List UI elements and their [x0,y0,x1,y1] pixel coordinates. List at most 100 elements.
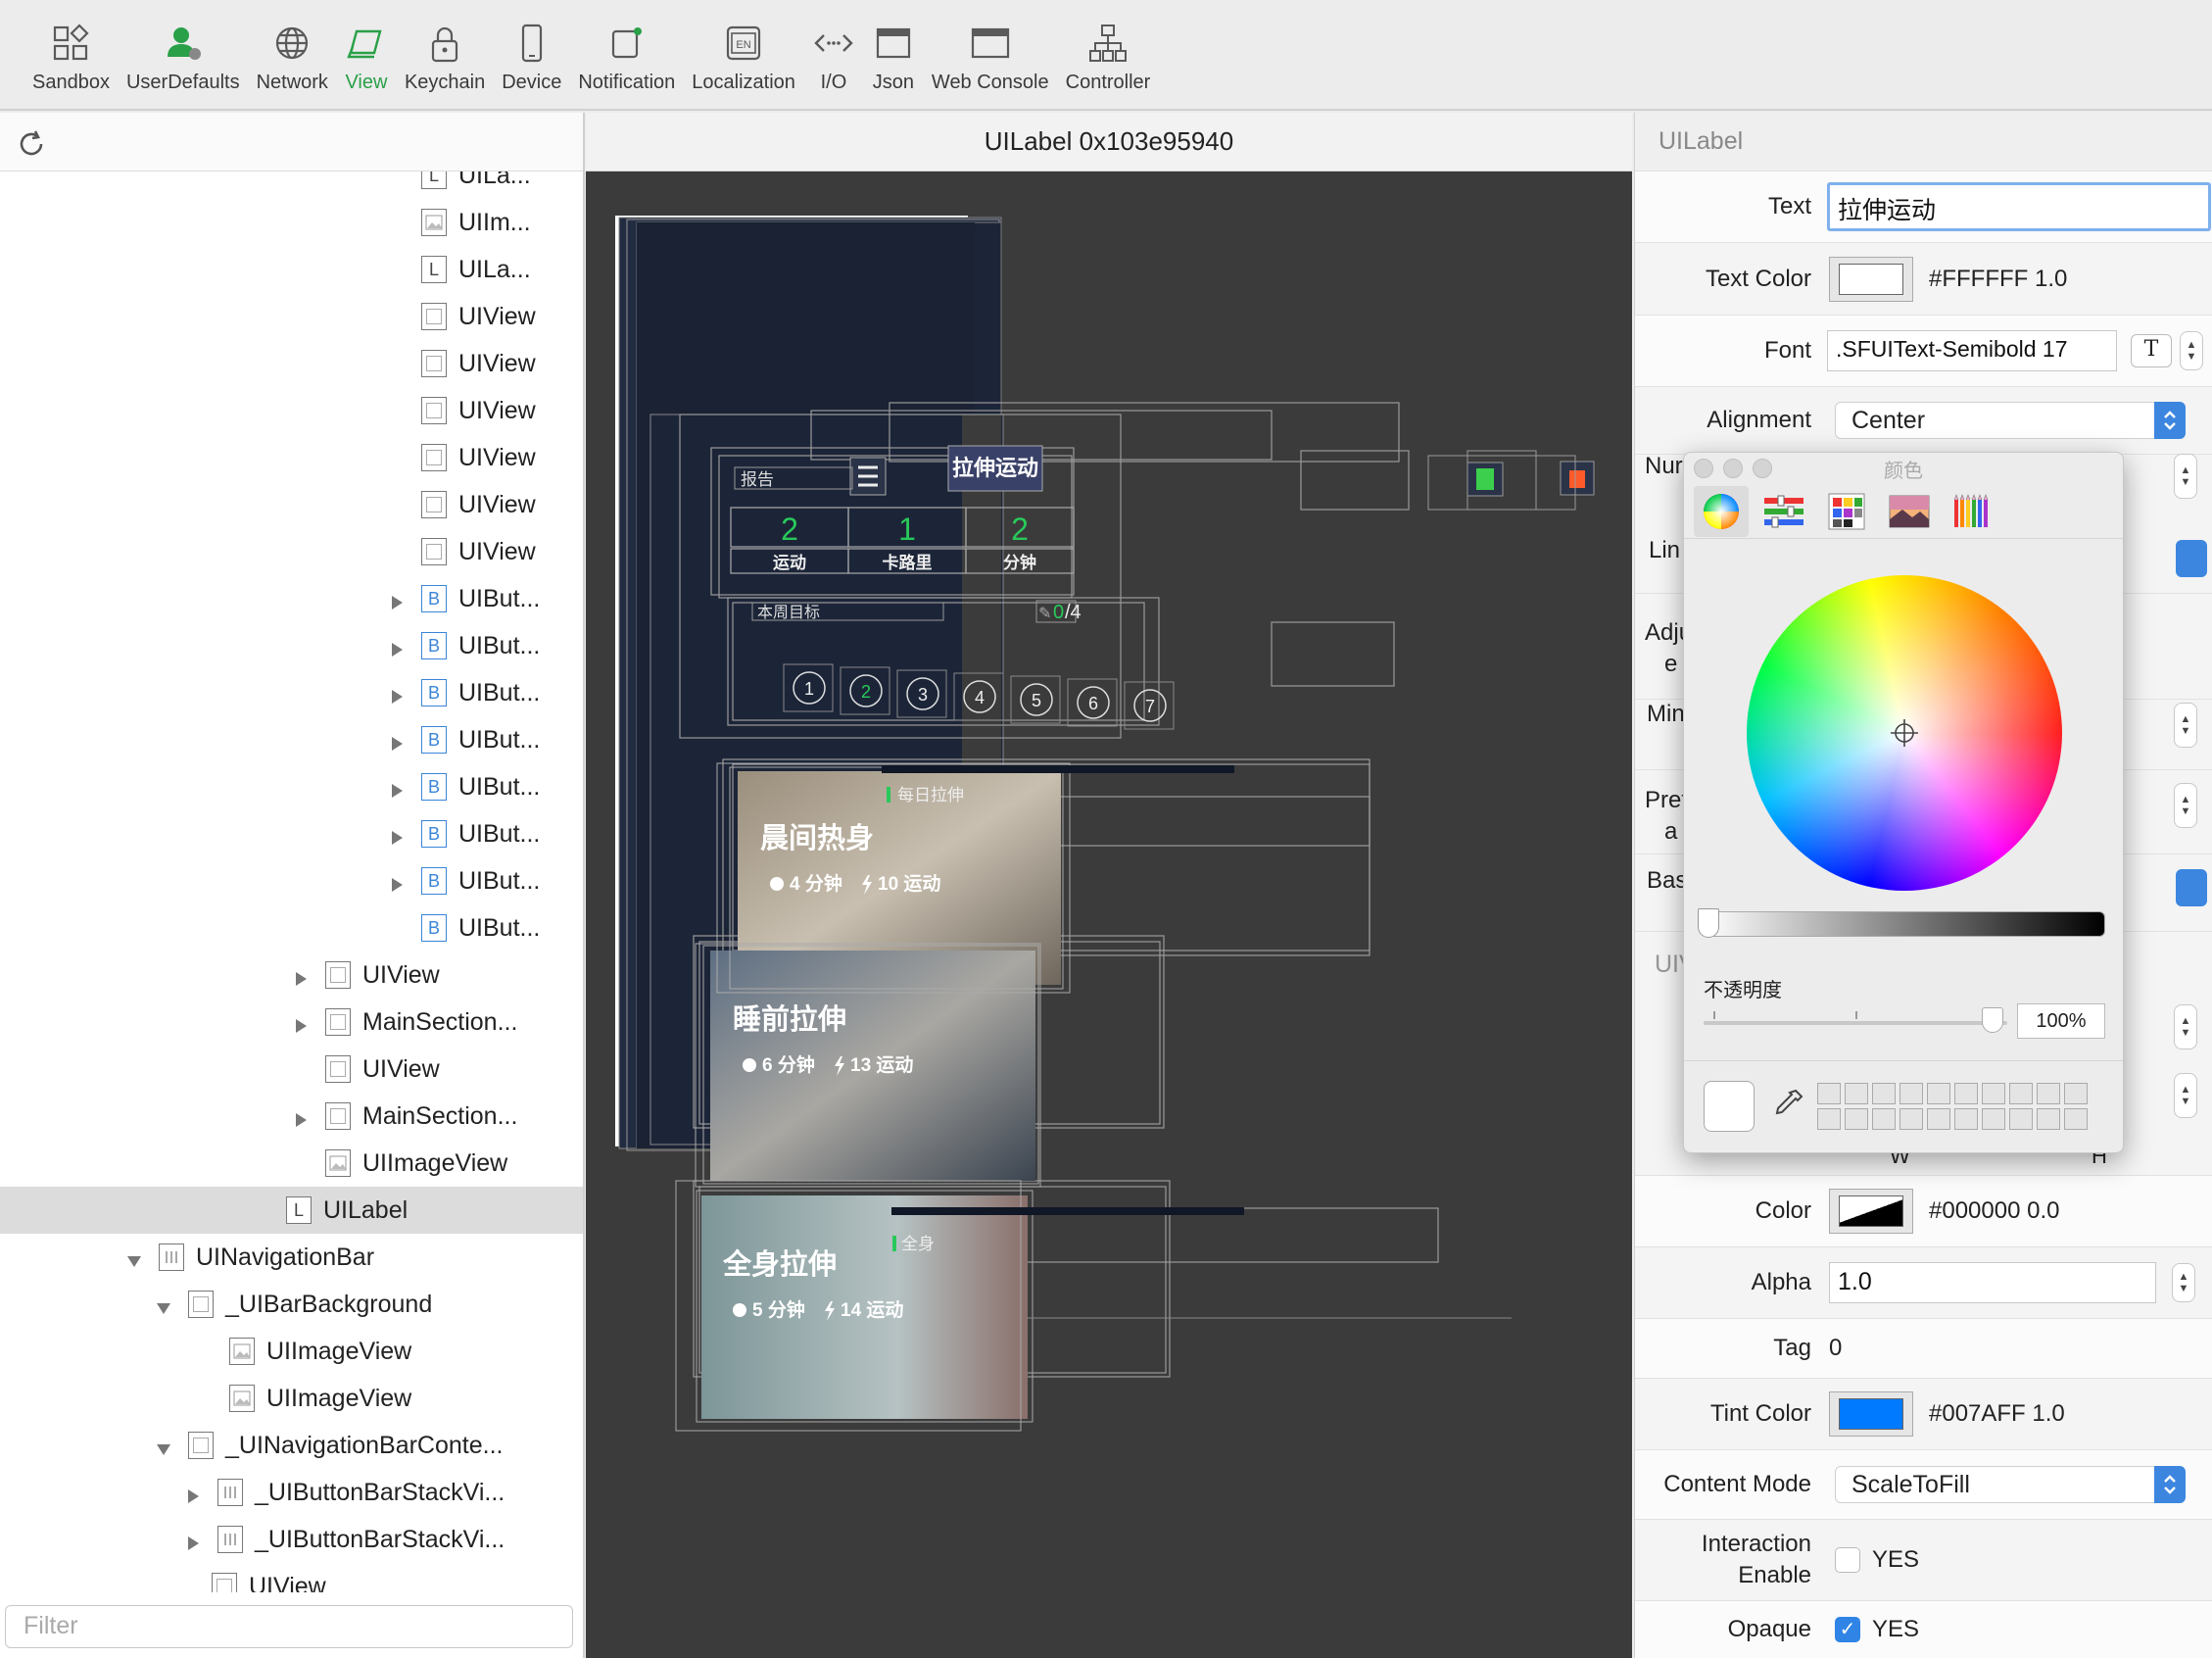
tree-row[interactable]: _UIButtonBarStackVi... [0,1469,583,1516]
lines-stepper[interactable]: ▲ ▼ [2174,454,2197,499]
disclosure-collapsed-icon[interactable] [388,778,406,798]
toolbar-item-userdefaults[interactable]: UserDefaults [126,0,240,109]
text-field[interactable]: 拉伸运动 [1827,182,2211,231]
eyedropper-icon[interactable] [1770,1087,1805,1122]
current-color-swatch[interactable] [1704,1081,1755,1132]
tree-row[interactable]: _UINavigationBarConte... [0,1422,583,1469]
empty-swatch-slot[interactable] [1899,1108,1923,1130]
tree-row[interactable]: UIView [0,434,583,481]
disclosure-expanded-icon[interactable] [155,1295,172,1314]
disclosure-collapsed-icon[interactable] [292,1107,310,1127]
tree-row[interactable]: B UIBut... [0,904,583,951]
content-mode-select[interactable]: ScaleToFill [1835,1466,2186,1503]
toolbar-item-web-console[interactable]: Web Console [932,0,1049,109]
opacity-value-field[interactable]: 100% [2017,1003,2105,1039]
tree-row[interactable]: UIImageView [0,1140,583,1187]
toolbar-item-json[interactable]: Json [872,0,915,109]
empty-swatch-slot[interactable] [1927,1083,1950,1104]
brightness-slider[interactable] [1704,911,2105,937]
crosshair-icon[interactable] [1891,719,1918,747]
toolbar-item-localization[interactable]: EN Localization [692,0,795,109]
disclosure-collapsed-icon[interactable] [388,637,406,657]
toolbar-item-keychain[interactable]: Keychain [405,0,485,109]
empty-swatch-slot[interactable] [1845,1083,1868,1104]
tree-row[interactable]: UIView [0,481,583,528]
tree-row[interactable]: UIView [0,1046,583,1093]
disclosure-collapsed-icon[interactable] [184,1531,202,1550]
x-stepper[interactable]: ▲ ▼ [2174,1004,2197,1049]
toolbar-item-notification[interactable]: Notification [578,0,675,109]
color-picker-window[interactable]: 颜色 不透明度 100% [1683,452,2124,1153]
disclosure-collapsed-icon[interactable] [388,825,406,845]
empty-swatch-slot[interactable] [1899,1083,1923,1104]
brightness-knob[interactable] [1698,908,1719,938]
tree-row[interactable]: UIView [0,387,583,434]
tree-row[interactable]: MainSection... [0,1093,583,1140]
toolbar-item-network[interactable]: Network [257,0,328,109]
tree-row[interactable]: B UIBut... [0,669,583,716]
tree-row[interactable]: UIImageView [0,1375,583,1422]
disclosure-collapsed-icon[interactable] [292,1013,310,1033]
font-size-stepper[interactable]: ▲ ▼ [2180,331,2203,370]
color-picker-titlebar[interactable]: 颜色 [1684,453,2123,484]
tree-row[interactable]: MainSection... [0,999,583,1046]
disclosure-collapsed-icon[interactable] [388,590,406,610]
color-palettes-tab[interactable] [1819,486,1874,537]
baseline-select-arrow[interactable] [2176,869,2207,906]
font-picker-button[interactable]: T [2131,334,2172,367]
opaque-checkbox[interactable]: ✓ [1835,1617,1860,1642]
tree-row[interactable]: UIView [0,340,583,387]
tree-row[interactable]: UIView [0,1563,583,1592]
tree-row[interactable]: B UIBut... [0,857,583,904]
color-wheel-tab[interactable] [1694,485,1749,537]
tree-row[interactable]: B UIBut... [0,763,583,810]
alpha-stepper[interactable]: ▲ ▼ [2172,1263,2195,1302]
empty-swatch-slot[interactable] [1872,1108,1896,1130]
tree-row[interactable]: L UILa... [0,171,583,199]
tree-row[interactable]: UIIm... [0,199,583,246]
preferred-width-stepper[interactable]: ▲ ▼ [2174,783,2197,828]
disclosure-expanded-icon[interactable] [155,1437,172,1455]
interaction-checkbox[interactable] [1835,1547,1860,1573]
toolbar-item-device[interactable]: Device [502,0,561,109]
toolbar-item-sandbox[interactable]: Sandbox [32,0,110,109]
disclosure-expanded-icon[interactable] [125,1248,143,1267]
disclosure-collapsed-icon[interactable] [388,731,406,751]
disclosure-collapsed-icon[interactable] [292,966,310,986]
view-3d-canvas[interactable]: 拉伸运动 报告 2 运动 1 卡路里 2 分钟 本周目标 ✎ 0 /4 1 2 3 4 5 6 7 [586,171,1632,1658]
tree-row[interactable]: B UIBut... [0,575,583,622]
empty-swatch-slot[interactable] [2037,1083,2060,1104]
tree-row[interactable]: UIImageView [0,1328,583,1375]
opacity-knob[interactable] [1982,1007,2003,1033]
tree-row[interactable]: B UIBut... [0,622,583,669]
tree-row[interactable]: L UILabel [0,1187,583,1234]
w-stepper[interactable]: ▲ ▼ [2174,1073,2197,1118]
filter-input[interactable]: Filter [5,1605,573,1648]
alignment-select[interactable]: Center [1835,402,2186,439]
line-break-select-arrow[interactable] [2176,540,2207,577]
empty-swatch-slot[interactable] [2064,1083,2088,1104]
alpha-field[interactable]: 1.0 [1829,1262,2156,1303]
min-scale-stepper[interactable]: ▲ ▼ [2174,703,2197,748]
empty-swatch-slot[interactable] [2037,1108,2060,1130]
opacity-slider[interactable] [1704,1021,2007,1025]
empty-swatch-slot[interactable] [1954,1083,1978,1104]
pencils-tab[interactable] [1945,486,1999,537]
tree-row[interactable]: _UIButtonBarStackVi... [0,1516,583,1563]
tree-row[interactable]: B UIBut... [0,810,583,857]
empty-swatch-slot[interactable] [1954,1108,1978,1130]
empty-swatch-slot[interactable] [1982,1108,2005,1130]
tree-row[interactable]: _UIBarBackground [0,1281,583,1328]
disclosure-collapsed-icon[interactable] [388,684,406,704]
tree-row[interactable]: UINavigationBar [0,1234,583,1281]
saved-swatches-grid[interactable] [1817,1083,2088,1130]
tree-row[interactable]: B UIBut... [0,716,583,763]
image-palette-tab[interactable] [1882,486,1937,537]
background-color-swatch[interactable] [1829,1189,1913,1234]
empty-swatch-slot[interactable] [1817,1108,1841,1130]
disclosure-collapsed-icon[interactable] [184,1484,202,1503]
empty-swatch-slot[interactable] [2064,1108,2088,1130]
toolbar-item-controller[interactable]: Controller [1066,0,1150,109]
tree-row[interactable]: UIView [0,951,583,999]
tree-row[interactable]: UIView [0,293,583,340]
